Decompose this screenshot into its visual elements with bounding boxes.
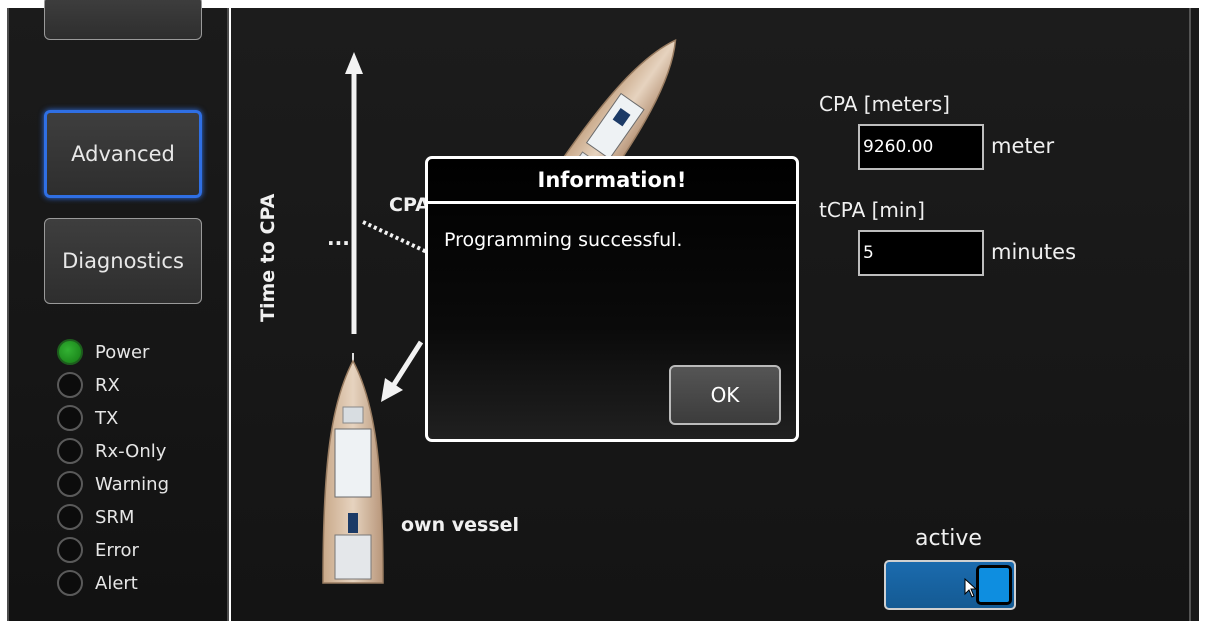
srm-led-icon [57, 504, 83, 530]
own-vessel-heading-arrow-icon [381, 340, 424, 402]
cpa-diagram-label: CPA [389, 194, 430, 216]
advanced-button[interactable]: Advanced [44, 110, 202, 198]
indicator-label: Warning [95, 473, 170, 495]
time-to-cpa-label: Time to CPA [257, 193, 279, 322]
cpa-dotted-line [362, 220, 428, 254]
toggle-knob[interactable] [976, 565, 1012, 605]
indicator-warning: Warning [57, 469, 169, 499]
tcpa-min-label: tCPA [min] [819, 198, 925, 222]
rx-only-led-icon [57, 438, 83, 464]
indicator-rx: RX [57, 370, 120, 400]
active-toggle[interactable] [884, 560, 1016, 610]
ellipsis-label: ... [327, 226, 350, 250]
indicator-label: TX [95, 407, 119, 429]
cpa-unit-label: meter [991, 134, 1055, 158]
warning-led-icon [57, 471, 83, 497]
rx-led-icon [57, 372, 83, 398]
indicator-label: Alert [95, 572, 138, 594]
dialog-title: Information! [428, 159, 796, 204]
sidebar: Advanced Diagnostics Power RX TX Rx-Only… [7, 0, 229, 621]
information-dialog: Information! Programming successful. OK [425, 156, 799, 442]
window-right-edge [1189, 8, 1199, 621]
alert-led-icon [57, 570, 83, 596]
cpa-meters-label: CPA [meters] [819, 92, 950, 116]
indicator-label: Power [95, 341, 150, 363]
indicator-label: Rx-Only [95, 440, 167, 462]
active-label: active [915, 526, 982, 551]
indicator-error: Error [57, 535, 139, 565]
error-led-icon [57, 537, 83, 563]
ok-button[interactable]: OK [669, 365, 781, 425]
tcpa-unit-label: minutes [991, 240, 1077, 264]
sidebar-button-top[interactable] [44, 0, 202, 40]
cpa-value-field[interactable]: 9260.00 [858, 124, 984, 170]
dialog-message: Programming successful. [444, 229, 683, 251]
indicator-rx-only: Rx-Only [57, 436, 166, 466]
tx-led-icon [57, 405, 83, 431]
indicator-label: RX [95, 374, 120, 396]
own-vessel-label: own vessel [401, 514, 520, 536]
indicator-label: SRM [95, 506, 135, 528]
indicator-alert: Alert [57, 568, 138, 598]
app-window: Advanced Diagnostics Power RX TX Rx-Only… [0, 0, 1212, 621]
tcpa-value-field[interactable]: 5 [858, 230, 984, 276]
power-led-icon [57, 339, 83, 365]
indicator-tx: TX [57, 403, 118, 433]
mouse-cursor-icon [964, 578, 978, 598]
indicator-srm: SRM [57, 502, 134, 532]
diagnostics-button[interactable]: Diagnostics [44, 218, 202, 304]
time-to-cpa-arrow-icon [345, 52, 363, 334]
indicator-power: Power [57, 337, 149, 367]
indicator-label: Error [95, 539, 139, 561]
own-vessel-icon [322, 353, 384, 584]
